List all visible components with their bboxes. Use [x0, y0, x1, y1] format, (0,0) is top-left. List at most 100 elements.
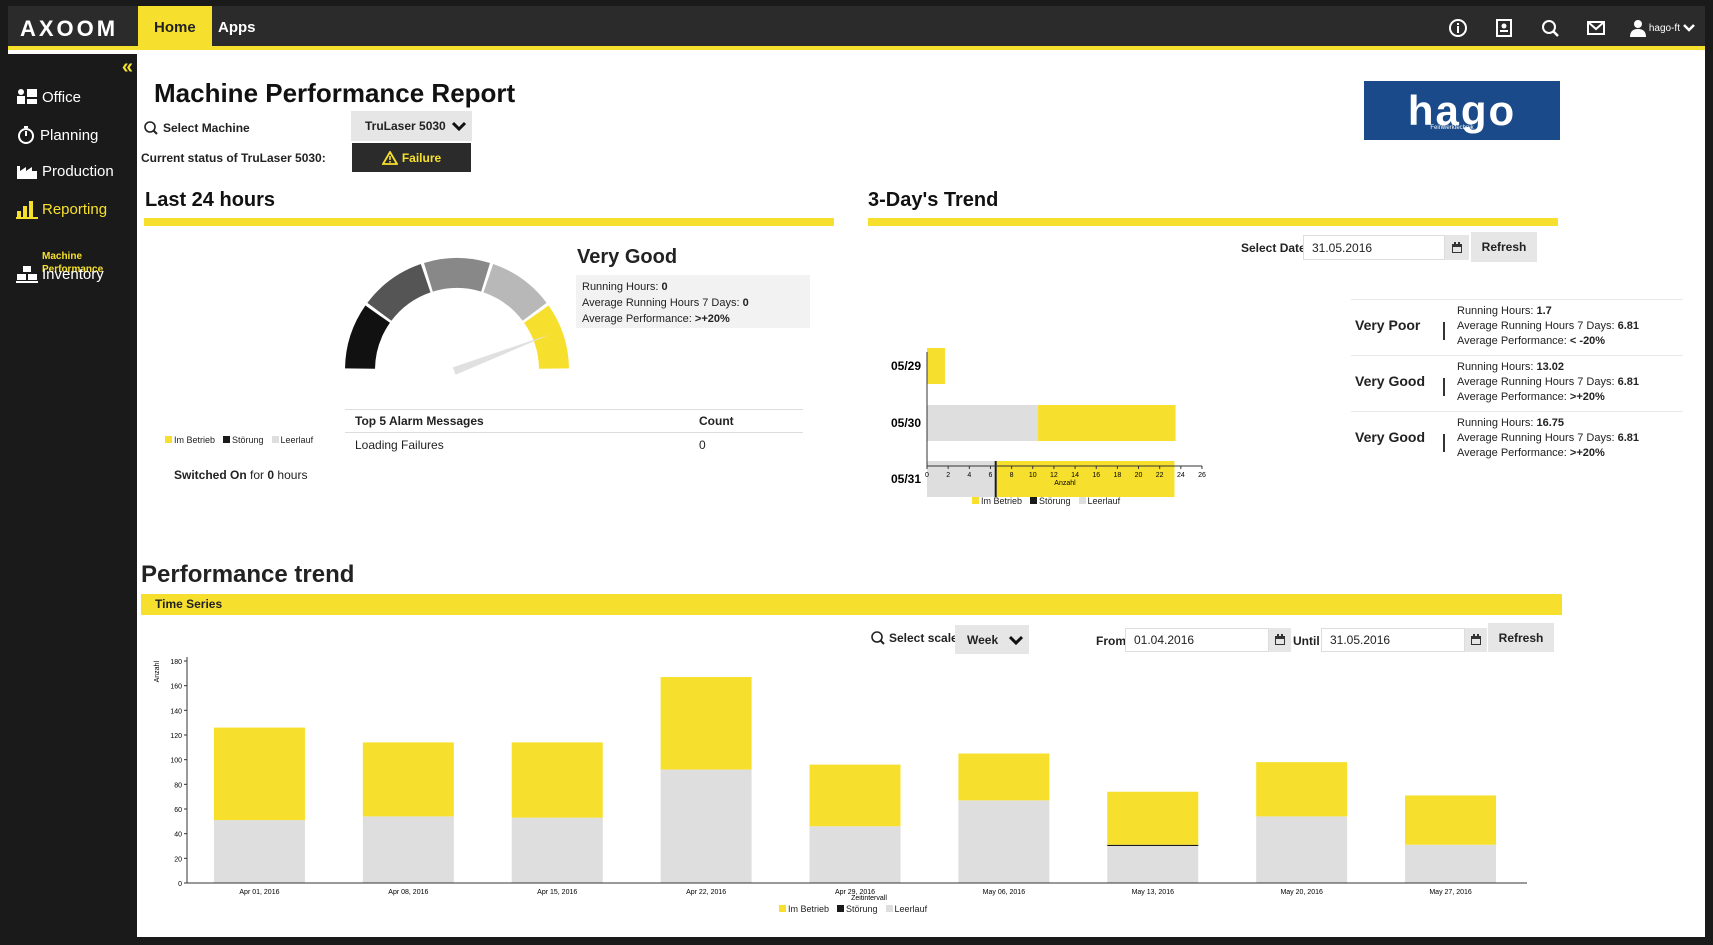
search-icon [871, 631, 885, 645]
performance-x-tick-label: Apr 01, 2016 [239, 889, 279, 896]
trend3-refresh-button[interactable]: Refresh [1471, 232, 1537, 262]
contacts-icon[interactable] [1492, 16, 1516, 40]
sidebar-item-office[interactable]: Office [16, 88, 81, 106]
last24-divider [144, 218, 834, 226]
gauge-seg-very-good [524, 305, 569, 369]
info-icon[interactable] [1446, 16, 1470, 40]
sidebar: « Office Planning Production Reporting M… [8, 54, 137, 939]
performance-bar-leerlauf-6 [1107, 846, 1199, 883]
performance-y-tick-label: 0 [178, 881, 182, 888]
username: hago-ft [1648, 22, 1680, 34]
nav-tab-apps[interactable]: Apps [202, 6, 272, 50]
performance-x-tick-label: May 13, 2016 [1132, 889, 1175, 896]
warning-icon [381, 150, 398, 165]
factory-icon [17, 166, 37, 179]
from-label: From [1096, 634, 1126, 648]
trend3-legend: Im Betrieb Störung Leerlauf [972, 496, 1120, 506]
trend3-row-0531: Very Good Running Hours: 16.75 Average R… [1351, 411, 1683, 467]
mail-icon[interactable] [1584, 16, 1608, 40]
sidebar-item-inventory[interactable]: Inventory [16, 265, 104, 283]
performance-y-tick-label: 60 [174, 807, 182, 814]
legend-item-stoerung: Störung [1030, 496, 1071, 506]
performance-gauge [345, 258, 569, 375]
bar-chart-icon [16, 201, 38, 219]
performance-y-tick-label: 100 [170, 758, 182, 765]
trend3-x-tick-label: 4 [967, 472, 971, 479]
performance-x-tick-label: Apr 22, 2016 [686, 889, 726, 896]
chevron-down-icon [1009, 635, 1023, 645]
alarm-table-header: Top 5 Alarm Messages Count [345, 409, 803, 433]
trend3-heading: 3-Day's Trend [868, 189, 999, 211]
app-logo[interactable]: AXOOM [20, 16, 118, 42]
performance-bar-st-rung-6 [1107, 844, 1199, 846]
sidebar-item-production[interactable]: Production [16, 162, 114, 180]
brand-logo-sub: Feinwerktechnik [1430, 124, 1474, 131]
performance-x-tick-label: May 20, 2016 [1280, 889, 1323, 896]
performance-bar-leerlauf-7 [1256, 816, 1348, 883]
sidebar-item-label: Planning [40, 126, 99, 144]
performance-bar-leerlauf-2 [511, 817, 603, 883]
sidebar-item-planning[interactable]: Planning [16, 125, 98, 145]
performance-y-tick-label: 160 [170, 684, 182, 691]
inventory-icon [16, 266, 38, 283]
stopwatch-icon [18, 126, 34, 144]
performance-refresh-button[interactable]: Refresh [1488, 623, 1554, 652]
trend3-category-label: 05/31 [891, 472, 921, 486]
performance-x-tick-label: Apr 15, 2016 [537, 889, 577, 896]
performance-x-axis-label: Zeitintervall [851, 895, 887, 902]
performance-y-tick-label: 180 [170, 659, 182, 666]
sidebar-item-label: Reporting [42, 200, 108, 218]
trend3-bar-im-betrieb-1 [1038, 405, 1176, 441]
trend3-x-tick-label: 14 [1071, 472, 1079, 479]
top-icons: hago-ft [1446, 6, 1695, 50]
time-series-bar: Time Series [141, 594, 1562, 615]
running-hours-value: 0 [661, 281, 668, 293]
sidebar-item-reporting[interactable]: Reporting [16, 199, 107, 219]
performance-bar-leerlauf-0 [213, 820, 305, 883]
legend-item-im-betrieb: Im Betrieb [972, 496, 1022, 506]
performance-y-axis-label: Anzahl [154, 661, 161, 683]
trend3-x-tick-label: 24 [1177, 472, 1185, 479]
performance-bar-leerlauf-3 [660, 769, 752, 883]
gauge-seg-very-poor [345, 305, 390, 369]
calendar-icon[interactable] [1445, 235, 1469, 260]
legend-item-leerlauf: Leerlauf [1078, 496, 1120, 506]
performance-x-tick-label: May 27, 2016 [1429, 889, 1472, 896]
user-menu[interactable]: hago-ft [1629, 19, 1695, 37]
brand-logo: hago Feinwerktechnik [1364, 81, 1560, 140]
performance-bar-im-betrieb-4 [809, 764, 901, 827]
gauge-seg-average [423, 258, 491, 292]
legend-item-im-betrieb: Im Betrieb [165, 435, 215, 445]
performance-y-tick-label: 120 [170, 733, 182, 740]
last24-heading: Last 24 hours [145, 189, 276, 211]
machine-select[interactable]: TruLaser 5030 [351, 111, 472, 141]
performance-bar-leerlauf-8 [1405, 844, 1497, 883]
table-row: Loading Failures 0 [355, 438, 706, 452]
performance-bar-im-betrieb-5 [958, 753, 1050, 801]
legend-item-stoerung: Störung [837, 904, 878, 914]
performance-bar-im-betrieb-7 [1256, 762, 1348, 817]
avg-perf-value: >+20% [694, 313, 730, 325]
last24-stats: Running Hours: 0 Average Running Hours 7… [576, 275, 810, 328]
gauge-seg-good [483, 264, 547, 321]
nav-tab-home[interactable]: Home [138, 6, 212, 50]
trend3-category-label: 05/29 [891, 359, 921, 373]
trend3-divider [868, 218, 1558, 226]
avg-7days-value: 0 [742, 297, 749, 309]
trend3-x-tick-label: 6 [989, 472, 993, 479]
trend3-bar-im-betrieb-0 [927, 348, 945, 384]
trend3-chart: 05/2905/3005/31 0 2 4 6 8 10 12 14 16 18 20 22 24 26 A… [891, 348, 1206, 497]
performance-y-tick-label: 20 [174, 856, 182, 863]
collapse-sidebar-icon[interactable]: « [122, 56, 133, 79]
trend3-bar-leerlauf-1 [927, 405, 1039, 441]
performance-y-tick-label: 140 [170, 708, 182, 715]
performance-y-tick-label: 40 [174, 832, 182, 839]
status-badge: Failure [352, 143, 471, 172]
user-icon [1629, 20, 1646, 37]
trend3-category-label: 05/30 [891, 416, 921, 430]
trend3-row-0529: Very Poor Running Hours: 1.7 Average Run… [1351, 299, 1683, 355]
date-input[interactable]: 31.05.2016 [1303, 235, 1445, 260]
performance-x-tick-label: May 06, 2016 [983, 889, 1026, 896]
search-icon[interactable] [1538, 16, 1562, 40]
trend3-x-tick-label: 20 [1135, 472, 1143, 479]
